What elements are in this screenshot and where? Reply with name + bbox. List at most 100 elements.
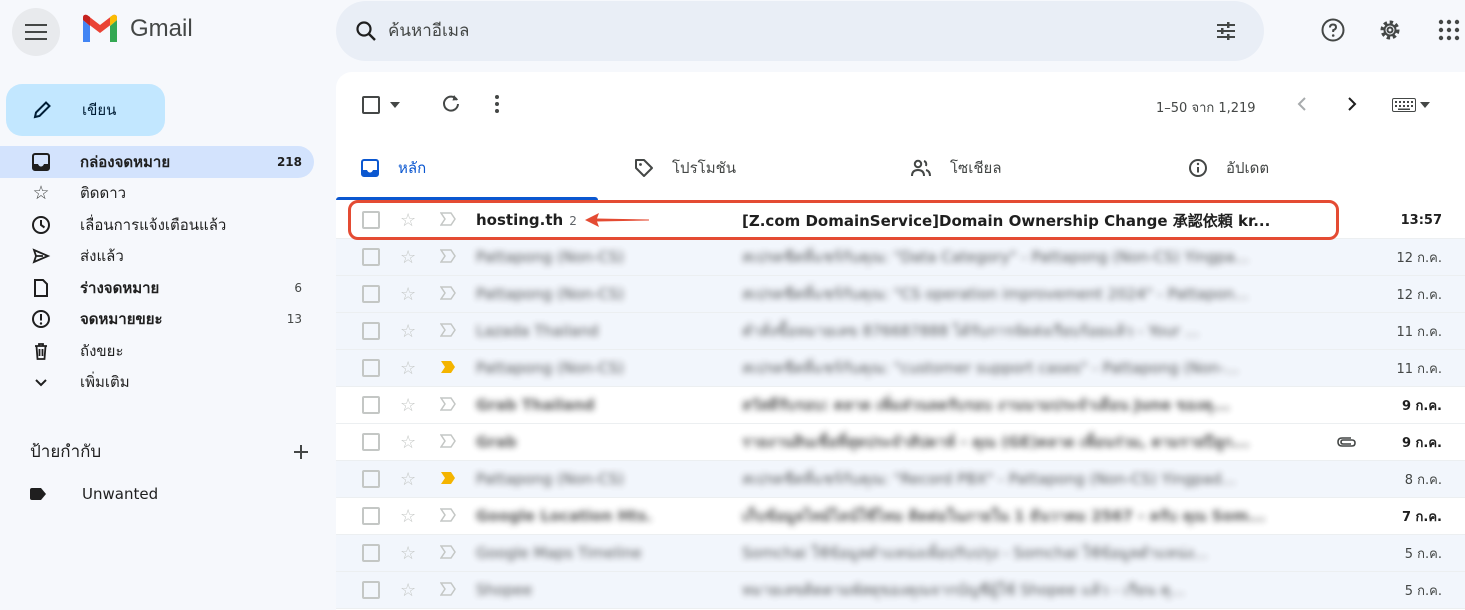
- email-date: 9 ก.ค.: [1401, 398, 1442, 414]
- row-checkbox[interactable]: [362, 248, 380, 266]
- email-row[interactable]: ☆ Google Maps Timeline Somchai ใช้ข้อมูล…: [336, 535, 1465, 572]
- importance-marker-icon[interactable]: [440, 508, 456, 522]
- row-checkbox[interactable]: [362, 211, 380, 229]
- search-options-icon[interactable]: [1214, 19, 1238, 43]
- importance-marker-icon[interactable]: [440, 397, 456, 411]
- star-icon[interactable]: ☆: [400, 469, 416, 490]
- tab-updates[interactable]: อัปเดต: [1188, 138, 1269, 198]
- sidebar-item-starred[interactable]: ☆ ติดดาว: [0, 178, 314, 210]
- email-row[interactable]: ☆ Pattapong (Non-CS) สเปรดชีตที่แชร์กับค…: [336, 461, 1465, 498]
- importance-marker-icon[interactable]: [440, 545, 456, 559]
- importance-marker-icon[interactable]: [440, 323, 456, 337]
- email-sender: Pattapong (Non-CS): [476, 248, 625, 266]
- row-checkbox[interactable]: [362, 359, 380, 377]
- refresh-icon[interactable]: [440, 92, 462, 114]
- sidebar-label-unwanted[interactable]: Unwanted: [30, 485, 158, 503]
- sidebar-item-trash[interactable]: ถังขยะ: [0, 335, 314, 367]
- email-row[interactable]: ☆ Google Location Hts. เก็บข้อมูลไทม์ไลน…: [336, 498, 1465, 535]
- email-row[interactable]: ☆ Grab Thailand สวัสดีรับรอบ: ตลาด เพิ่ม…: [336, 387, 1465, 424]
- star-icon[interactable]: ☆: [400, 432, 416, 453]
- email-subject: Somchai ใช้ข้อมูลตำแหน่งเพื่อปรับปรุง - …: [742, 544, 1208, 562]
- sidebar-item-inbox[interactable]: กล่องจดหมาย 218: [0, 146, 314, 178]
- sidebar-item-label: เพิ่มเติม: [80, 373, 130, 392]
- email-row[interactable]: ☆ Pattapong (Non-CS) สเปรดชีตที่แชร์กับค…: [336, 239, 1465, 276]
- sidebar-item-spam[interactable]: จดหมายขยะ 13: [0, 304, 314, 336]
- star-icon[interactable]: ☆: [400, 210, 416, 231]
- compose-button[interactable]: เขียน: [6, 84, 165, 136]
- sidebar-item-label: ติดดาว: [80, 184, 127, 203]
- send-icon: [30, 245, 52, 267]
- row-checkbox[interactable]: [362, 507, 380, 525]
- tab-label: หลัก: [398, 159, 427, 177]
- important-marker-icon[interactable]: [440, 360, 456, 374]
- apps-icon[interactable]: [1436, 17, 1462, 43]
- search-bar[interactable]: [336, 1, 1264, 61]
- chevron-right-icon[interactable]: [1344, 94, 1360, 114]
- importance-marker-icon[interactable]: [440, 434, 456, 448]
- spam-icon: [30, 308, 52, 330]
- select-all-checkbox[interactable]: [362, 96, 380, 114]
- pencil-icon: [33, 101, 51, 119]
- more-vert-icon[interactable]: [494, 94, 500, 114]
- help-icon[interactable]: [1320, 17, 1346, 43]
- email-row[interactable]: ☆ Shopee หมายเลขติดตามพัสดุของคุณจากบัญช…: [336, 572, 1465, 609]
- email-subject: [Z.com DomainService]Domain Ownership Ch…: [742, 211, 1271, 230]
- importance-marker-icon[interactable]: [440, 286, 456, 300]
- row-checkbox[interactable]: [362, 322, 380, 340]
- gmail-logo[interactable]: Gmail: [80, 14, 193, 44]
- row-checkbox[interactable]: [362, 396, 380, 414]
- add-label-icon[interactable]: [292, 443, 310, 461]
- row-checkbox[interactable]: [362, 470, 380, 488]
- importance-marker-icon[interactable]: [440, 582, 456, 596]
- unread-count: 218: [276, 154, 302, 169]
- tab-primary[interactable]: หลัก: [336, 138, 598, 200]
- email-subject: หมายเลขติดตามพัสดุของคุณจากบัญชีผู้ใช้ S…: [742, 581, 1185, 599]
- arrow-annotation-icon: [585, 213, 649, 227]
- settings-icon[interactable]: [1377, 17, 1403, 43]
- email-row[interactable]: ☆ hosting.th 2 [Z.com DomainService]Domai…: [336, 202, 1465, 239]
- email-row[interactable]: ☆ Grab รายงานสินเชื่อที่สุดประจำสัปดาห์ …: [336, 424, 1465, 461]
- draft-count: 6: [294, 280, 302, 295]
- compose-label: เขียน: [82, 101, 117, 119]
- select-caret-icon[interactable]: [390, 102, 400, 108]
- sidebar-item-sent[interactable]: ส่งแล้ว: [0, 241, 314, 273]
- star-icon[interactable]: ☆: [400, 284, 416, 305]
- caret-down-icon: [1420, 102, 1430, 108]
- search-input[interactable]: [388, 21, 1168, 41]
- search-icon[interactable]: [354, 19, 378, 43]
- star-icon[interactable]: ☆: [400, 358, 416, 379]
- chevron-down-icon: [30, 371, 52, 393]
- tab-promotions[interactable]: โปรโมชัน: [634, 138, 736, 198]
- star-icon[interactable]: ☆: [400, 321, 416, 342]
- important-marker-icon[interactable]: [440, 471, 456, 485]
- sidebar-item-drafts[interactable]: ร่างจดหมาย 6: [0, 272, 314, 304]
- people-icon: [911, 159, 931, 177]
- labels-section-header: ป้ายกำกับ: [30, 438, 310, 465]
- star-icon[interactable]: ☆: [400, 247, 416, 268]
- sidebar-item-more[interactable]: เพิ่มเติม: [0, 367, 314, 399]
- row-checkbox[interactable]: [362, 581, 380, 599]
- row-checkbox[interactable]: [362, 544, 380, 562]
- star-icon[interactable]: ☆: [400, 395, 416, 416]
- sidebar-item-label: เลื่อนการแจ้งเตือนแล้ว: [80, 215, 227, 234]
- input-tools-button[interactable]: [1392, 98, 1430, 112]
- main-panel: 1–50 จาก 1,219 หลัก โปรโมชัน โซเชียล อัป…: [336, 72, 1465, 610]
- star-icon[interactable]: ☆: [400, 506, 416, 527]
- email-row[interactable]: ☆ Lazada Thailand คำสั่งซื้อหมายเลข 8766…: [336, 313, 1465, 350]
- chevron-left-icon[interactable]: [1294, 94, 1310, 114]
- email-subject: รายงานสินเชื่อที่สุดประจำสัปดาห์ - คุณ (…: [742, 433, 1250, 451]
- row-checkbox[interactable]: [362, 285, 380, 303]
- sidebar-item-label: จดหมายขยะ: [80, 310, 163, 329]
- sidebar-item-snoozed[interactable]: เลื่อนการแจ้งเตือนแล้ว: [0, 209, 314, 241]
- tab-social[interactable]: โซเชียล: [910, 138, 1002, 198]
- email-row[interactable]: ☆ Pattapong (Non-CS) สเปรดชีตที่แชร์กับค…: [336, 350, 1465, 387]
- main-menu-button[interactable]: [12, 8, 60, 56]
- importance-marker-icon[interactable]: [440, 212, 456, 226]
- email-row[interactable]: ☆ Pattapong (Non-CS) สเปรดชีตที่แชร์กับค…: [336, 276, 1465, 313]
- star-icon[interactable]: ☆: [400, 543, 416, 564]
- app-title: Gmail: [130, 15, 193, 42]
- importance-marker-icon[interactable]: [440, 249, 456, 263]
- star-icon[interactable]: ☆: [400, 580, 416, 601]
- row-checkbox[interactable]: [362, 433, 380, 451]
- trash-icon: [30, 340, 52, 362]
